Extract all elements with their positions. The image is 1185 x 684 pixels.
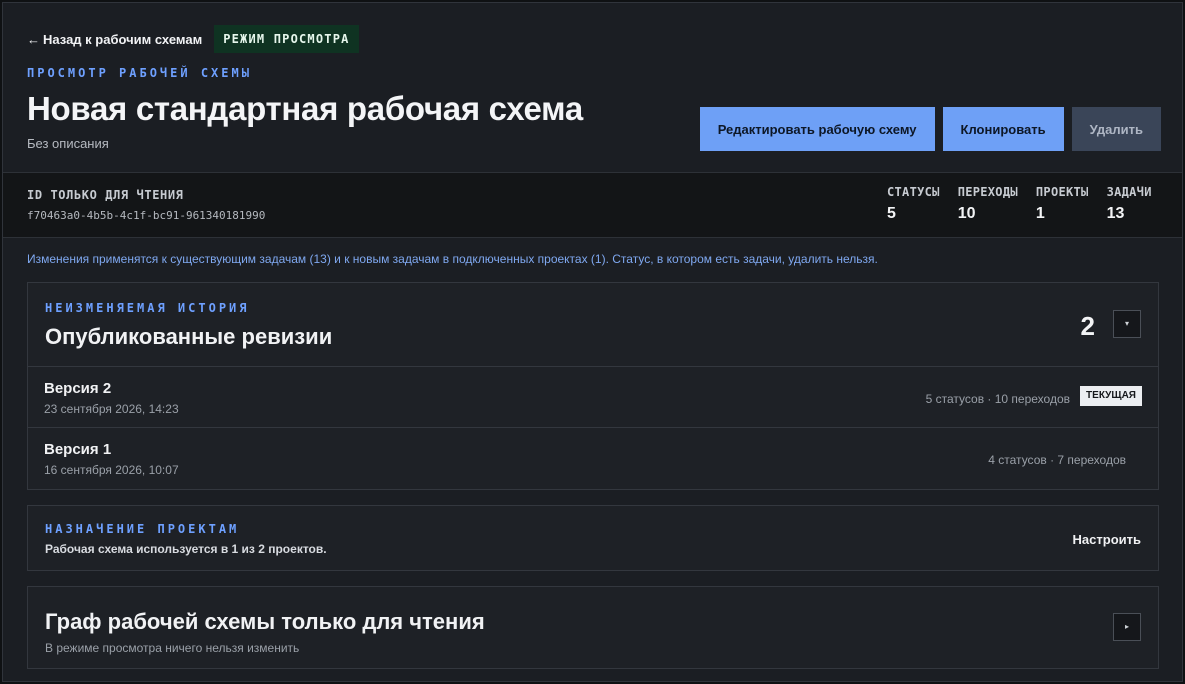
stat-label: ПЕРЕХОДЫ	[957, 185, 1018, 199]
revision-name: Версия 1	[44, 441, 112, 458]
configure-link[interactable]: Настроить	[1073, 532, 1141, 547]
revisions-title: Опубликованные ревизии	[45, 324, 333, 349]
stat-transitions: ПЕРЕХОДЫ 10	[958, 185, 1018, 223]
arrow-left-icon: ←	[27, 31, 40, 47]
stat-value: 13	[1106, 205, 1125, 222]
chevron-right-icon[interactable]: ▸	[1113, 613, 1141, 641]
back-to-workflows-link[interactable]: ← Назад к рабочим схемам	[27, 32, 202, 47]
revisions-card: НЕИЗМЕНЯЕМАЯ ИСТОРИЯ Опубликованные реви…	[27, 282, 1159, 490]
revision-date: 16 сентября 2026, 10:07	[44, 463, 179, 477]
stat-tasks: ЗАДАЧИ 13	[1107, 185, 1152, 223]
stat-value: 10	[957, 205, 976, 222]
current-badge: ТЕКУЩАЯ	[1080, 386, 1142, 406]
stat-value: 5	[887, 205, 896, 222]
assignment-text: Рабочая схема используется в 1 из 2 прое…	[45, 542, 327, 556]
back-link-label: Назад к рабочим схемам	[43, 31, 203, 47]
id-bar: ID ТОЛЬКО ДЛЯ ЧТЕНИЯ f70463a0-4b5b-4c1f-…	[3, 172, 1182, 238]
changes-notice: Изменения применятся к существующим зада…	[27, 252, 878, 266]
revision-meta: 4 статусов · 7 переходов	[988, 453, 1126, 467]
revisions-header: НЕИЗМЕНЯЕМАЯ ИСТОРИЯ Опубликованные реви…	[28, 283, 1158, 367]
project-assignment-card: НАЗНАЧЕНИЕ ПРОЕКТАМ Рабочая схема исполь…	[27, 505, 1159, 571]
stat-label: ЗАДАЧИ	[1106, 185, 1152, 199]
view-mode-badge: РЕЖИМ ПРОСМОТРА	[214, 25, 359, 53]
revision-row[interactable]: Версия 1 16 сентября 2026, 10:07 4 стату…	[28, 428, 1158, 489]
assignment-eyebrow: НАЗНАЧЕНИЕ ПРОЕКТАМ	[45, 522, 240, 536]
graph-title: Граф рабочей схемы только для чтения	[45, 609, 485, 634]
stat-statuses: СТАТУСЫ 5	[887, 185, 940, 223]
stat-label: ПРОЕКТЫ	[1035, 185, 1089, 199]
stats-group: СТАТУСЫ 5 ПЕРЕХОДЫ 10 ПРОЕКТЫ 1 ЗАДАЧИ 1…	[887, 185, 1170, 223]
stat-projects: ПРОЕКТЫ 1	[1036, 185, 1089, 223]
edit-workflow-button[interactable]: Редактировать рабочую схему	[699, 107, 935, 151]
top-line: ← Назад к рабочим схемам РЕЖИМ ПРОСМОТРА	[27, 25, 1158, 53]
chevron-down-icon[interactable]: ▾	[1113, 310, 1141, 338]
revision-row[interactable]: Версия 2 23 сентября 2026, 14:23 5 стату…	[28, 367, 1158, 428]
revisions-eyebrow: НЕИЗМЕНЯЕМАЯ ИСТОРИЯ	[45, 301, 250, 315]
revisions-count: 2	[1080, 311, 1095, 341]
page-header: ← Назад к рабочим схемам РЕЖИМ ПРОСМОТРА…	[3, 3, 1182, 172]
delete-button[interactable]: Удалить	[1071, 107, 1161, 151]
stat-value: 1	[1035, 205, 1045, 222]
graph-description: В режиме просмотра ничего нельзя изменит…	[45, 641, 300, 655]
workflow-graph-card: Граф рабочей схемы только для чтения В р…	[27, 586, 1159, 669]
revision-meta: 5 статусов · 10 переходов	[925, 392, 1070, 406]
clone-button[interactable]: Клонировать	[942, 107, 1064, 151]
workflow-view-page: ← Назад к рабочим схемам РЕЖИМ ПРОСМОТРА…	[2, 2, 1183, 682]
stat-label: СТАТУСЫ	[887, 185, 940, 199]
header-actions: Редактировать рабочую схему Клонировать …	[699, 107, 1161, 151]
page-eyebrow: ПРОСМОТР РАБОЧЕЙ СХЕМЫ	[27, 66, 252, 80]
